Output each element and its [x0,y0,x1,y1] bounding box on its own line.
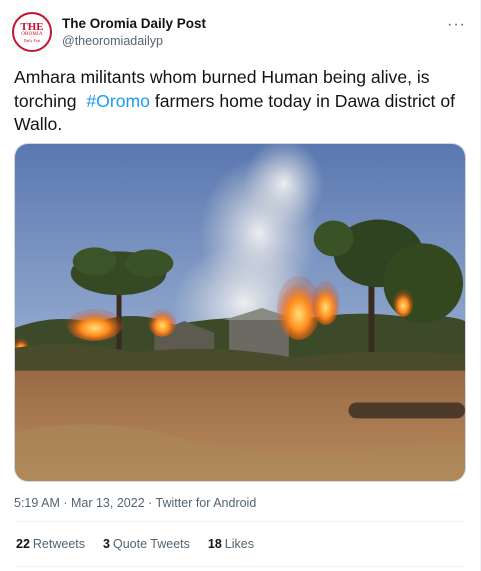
burning-village-photo [15,144,465,481]
likes-stat[interactable]: 18 Likes [208,537,254,551]
quote-tweets-label: Quote Tweets [112,537,190,551]
tweet-time[interactable]: 5:19 AM [14,496,60,510]
tweet-card: THE OROMIA Daily Post The Oromia Daily P… [0,0,481,571]
tweet-photo[interactable] [14,143,466,482]
more-icon[interactable]: ··· [447,16,466,34]
tweet-header: THE OROMIA Daily Post The Oromia Daily P… [12,12,468,52]
tweet-source[interactable]: Twitter for Android [156,496,257,510]
retweets-count: 22 [16,537,30,551]
tweet-text: Amhara militants whom burned Human being… [14,66,469,137]
author-display-name[interactable]: The Oromia Daily Post [62,15,206,33]
tweet-date[interactable]: Mar 13, 2022 [71,496,145,510]
retweets-label: Retweets [32,537,86,551]
divider-top [14,521,466,522]
author-handle[interactable]: @theoromiadailyp [62,33,206,50]
retweets-stat[interactable]: 22 Retweets [16,537,85,551]
avatar[interactable]: THE OROMIA Daily Post [12,12,52,52]
likes-count: 18 [207,537,222,551]
avatar-text-the: THE [20,20,44,33]
tweet-meta: 5:19 AM · Mar 13, 2022 · Twitter for And… [14,496,256,510]
tweet-stats: 22 Retweets 3 Quote Tweets 18 Likes [16,537,254,551]
author-block: The Oromia Daily Post @theoromiadailyp [62,15,206,50]
divider-bottom [14,566,466,567]
meta-separator: · [59,496,71,510]
avatar-text-daily-post: Daily Post [23,37,41,43]
quote-tweets-stat[interactable]: 3 Quote Tweets [103,537,190,551]
meta-separator: · [144,496,156,510]
likes-label: Likes [224,537,254,551]
hashtag-link[interactable]: #Oromo [86,91,150,111]
quote-tweets-count: 3 [103,537,110,551]
